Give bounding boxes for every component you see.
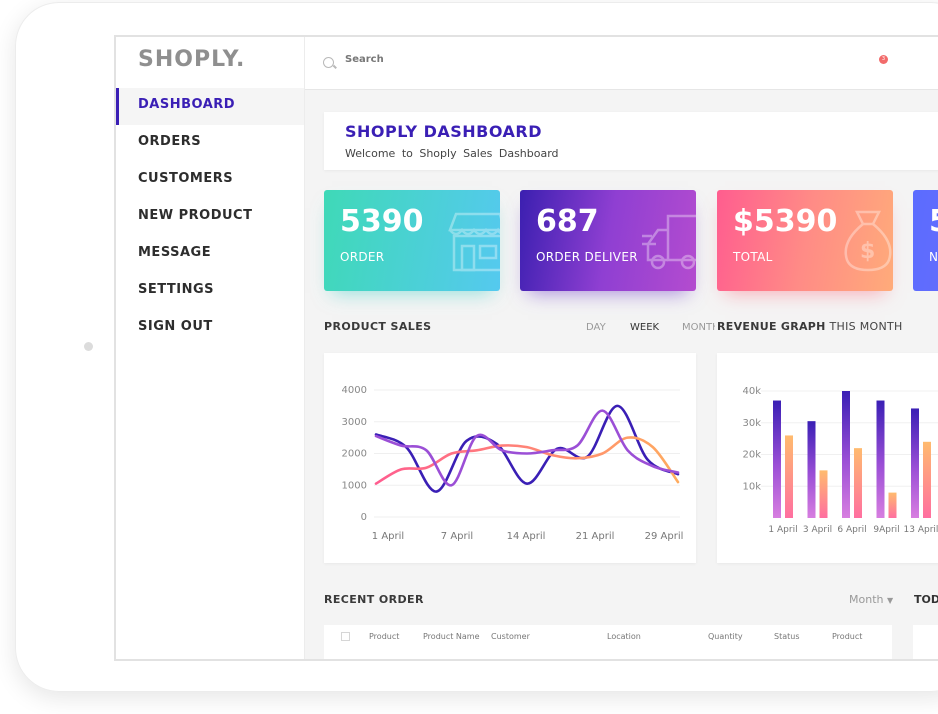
y-tick-label: 4000 (342, 385, 367, 396)
tab-week[interactable]: WEEK (630, 322, 659, 333)
stat-card-next[interactable]: 5 N (913, 190, 938, 291)
stat-label: ORDER (340, 250, 385, 264)
tab-day[interactable]: DAY (586, 322, 606, 333)
sidebar-item-message[interactable]: MESSAGE (116, 236, 304, 273)
y-tick-label: 0 (361, 512, 367, 523)
store-icon (448, 212, 500, 272)
product-sales-chart: 0 1000 2000 3000 4000 1 April 7 April 14 April 2… (342, 385, 684, 542)
top-bar: 3 (305, 37, 938, 90)
bar (785, 435, 793, 518)
x-tick-label: 1 April (372, 531, 404, 542)
bar (819, 470, 828, 518)
money-bag-icon: $ (844, 210, 892, 272)
product-sales-chart-card: 0 1000 2000 3000 4000 1 April 7 April 14 April 2… (324, 353, 696, 563)
svg-text:$: $ (860, 239, 875, 264)
column-header: Product (369, 632, 400, 641)
tablet-camera-dot (84, 342, 93, 351)
select-all-checkbox[interactable] (341, 632, 350, 641)
revenue-title-rest: THIS MONTH (825, 320, 903, 333)
stat-label: ORDER DELIVER (536, 250, 638, 264)
series-line (374, 436, 680, 485)
column-header: Customer (491, 632, 530, 641)
search-input[interactable] (343, 53, 647, 66)
sidebar-item-settings[interactable]: SETTINGS (116, 273, 304, 310)
revenue-chart: 10k 20k 30k 40k 1 April 3 April 6 April 9April 1… (742, 386, 938, 535)
bar (888, 492, 897, 518)
bar (923, 441, 931, 518)
y-tick-label: 20k (742, 450, 761, 461)
today-title: TOD (914, 593, 938, 606)
truck-icon (642, 214, 696, 270)
stat-value: 5390 (340, 204, 424, 239)
bar (854, 448, 862, 518)
product-sales-title: PRODUCT SALES (324, 320, 432, 333)
sidebar-nav: DASHBOARD ORDERS CUSTOMERS NEW PRODUCT M… (116, 88, 304, 347)
x-tick-label: 29 April (645, 531, 684, 542)
y-tick-label: 2000 (342, 449, 367, 460)
sidebar-item-new-product[interactable]: NEW PRODUCT (116, 199, 304, 236)
bar (773, 400, 781, 518)
revenue-chart-card: 10k 20k 30k 40k 1 April 3 April 6 April 9April 1… (717, 353, 938, 563)
y-tick-label: 30k (742, 418, 761, 429)
y-tick-label: 3000 (342, 417, 367, 428)
sidebar-item-dashboard[interactable]: DASHBOARD (116, 88, 304, 125)
today-panel (913, 625, 938, 659)
column-header: Product (832, 632, 863, 641)
sidebar-item-customers[interactable]: CUSTOMERS (116, 162, 304, 199)
x-tick-label: 13 April (904, 525, 938, 535)
stat-card-order-deliver[interactable]: 687 ORDER DELIVER (520, 190, 696, 291)
column-header: Product Name (423, 632, 480, 641)
stat-card-order[interactable]: 5390 ORDER (324, 190, 500, 291)
month-filter[interactable]: Month ▼ (849, 593, 893, 606)
x-tick-label: 9April (873, 525, 899, 535)
recent-order-table: Product Product Name Customer Location Q… (324, 625, 892, 659)
stat-label: TOTAL (733, 250, 773, 264)
stat-value: $5390 (733, 204, 838, 239)
tab-month[interactable]: MONTH (682, 322, 715, 333)
stat-value: 687 (536, 204, 599, 239)
x-tick-label: 7 April (441, 531, 473, 542)
x-tick-label: 1 April (768, 525, 797, 535)
app-screen: SHOPLY. DASHBOARD ORDERS CUSTOMERS NEW P… (114, 35, 938, 661)
stat-value: 5 (929, 204, 938, 239)
x-tick-label: 6 April (837, 525, 866, 535)
bar (911, 408, 919, 518)
revenue-graph-title: REVENUE GRAPH THIS MONTH (717, 320, 903, 333)
y-tick-label: 10k (742, 481, 761, 492)
x-tick-label: 14 April (507, 531, 546, 542)
sidebar: SHOPLY. DASHBOARD ORDERS CUSTOMERS NEW P… (116, 37, 305, 659)
month-filter-label: Month (849, 593, 884, 606)
sidebar-item-orders[interactable]: ORDERS (116, 125, 304, 162)
column-header: Status (774, 632, 800, 641)
page-title: SHOPLY DASHBOARD (345, 122, 543, 141)
column-header: Location (607, 632, 641, 641)
revenue-title-bold: REVENUE GRAPH (717, 320, 826, 333)
chevron-down-icon: ▼ (886, 596, 894, 605)
y-tick-label: 40k (742, 386, 761, 397)
y-tick-label: 1000 (342, 480, 367, 491)
search-icon (323, 57, 334, 68)
sidebar-item-sign-out[interactable]: SIGN OUT (116, 310, 304, 347)
dashboard-header: SHOPLY DASHBOARD Welcome to Shoply Sales… (324, 112, 938, 170)
x-tick-label: 3 April (803, 525, 832, 535)
column-header: Quantity (708, 632, 743, 641)
stat-card-total[interactable]: $5390 TOTAL $ (717, 190, 893, 291)
recent-order-title: RECENT ORDER (324, 593, 424, 606)
app-logo: SHOPLY. (138, 47, 246, 72)
stat-label: N (929, 250, 938, 264)
bar (842, 391, 850, 518)
x-tick-label: 21 April (576, 531, 615, 542)
bar (807, 421, 816, 518)
page-subtitle: Welcome to Shoply Sales Dashboard (345, 147, 559, 160)
notification-badge[interactable]: 3 (879, 55, 888, 64)
bar (876, 400, 885, 518)
